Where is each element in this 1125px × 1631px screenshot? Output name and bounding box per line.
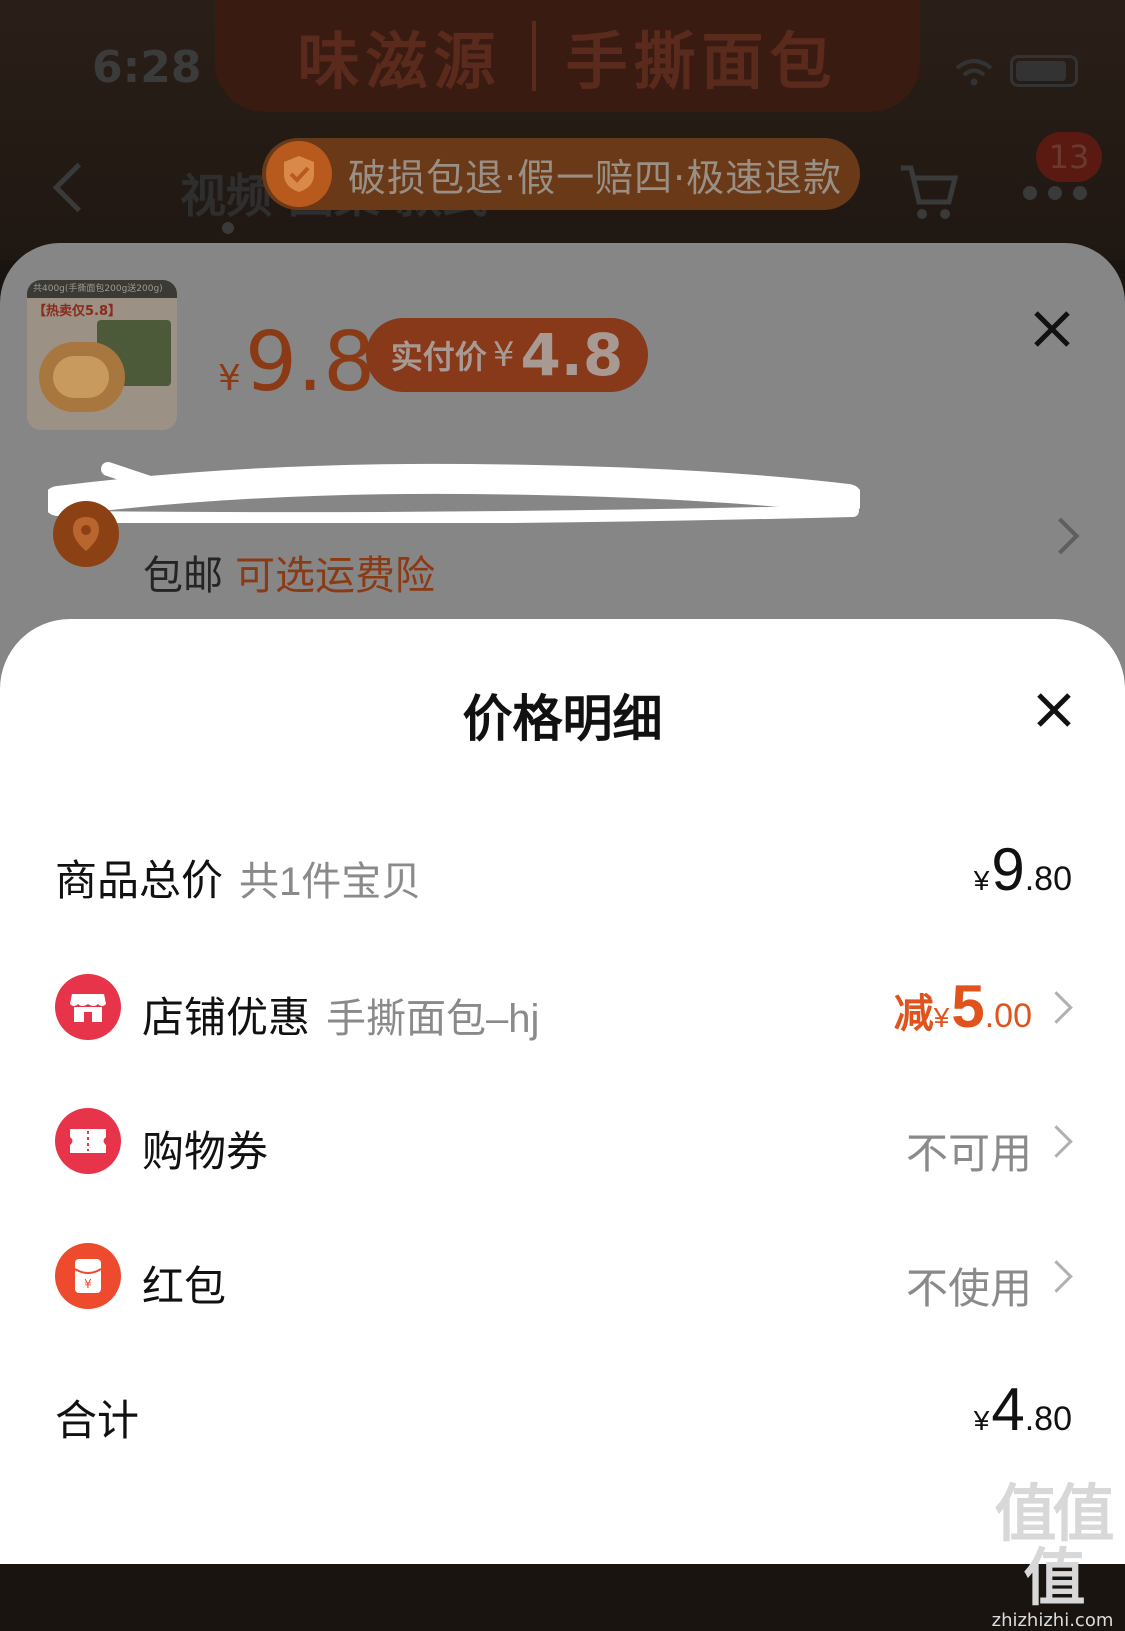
currency-symbol: ¥	[933, 1002, 950, 1033]
amount-integer: 4	[991, 1376, 1025, 1443]
red-packet-row[interactable]: ¥ 红包 不使用	[0, 1237, 1125, 1317]
redacted-address-scribble	[48, 462, 860, 523]
coupon-status: 不可用	[905, 1130, 1032, 1177]
coupon-row[interactable]: 购物券 不可用	[0, 1102, 1125, 1182]
goods-total-label-group: 商品总价 共1件宝贝	[55, 847, 421, 908]
guarantee-banner: 破损包退·假一赔四·极速退款	[262, 138, 860, 210]
discount-prefix: 减	[893, 992, 934, 1036]
location-pin-icon	[53, 501, 119, 567]
chevron-right-icon[interactable]	[1040, 1125, 1073, 1158]
paid-price-pill: 实付价 ¥ 4.8	[366, 318, 648, 392]
sum-label: 合计	[55, 1397, 140, 1444]
red-packet-icon: ¥	[55, 1243, 121, 1309]
thumbnail-tag: 【热卖仅5.8】	[33, 304, 122, 319]
brand-product: 手撕面包	[565, 25, 838, 98]
goods-total-row: 商品总价 共1件宝贝 ¥ 9 .80	[0, 831, 1125, 911]
coupon-icon	[55, 1108, 121, 1174]
chevron-right-icon[interactable]	[1040, 1260, 1073, 1293]
status-time: 6:28	[92, 42, 202, 93]
back-arrow-icon[interactable]	[52, 162, 103, 213]
store-discount-label: 店铺优惠	[142, 994, 311, 1041]
site-watermark: 值值值 zhizhizhi.com	[980, 1482, 1125, 1631]
close-icon[interactable]	[1030, 307, 1074, 351]
more-icon[interactable]	[1020, 183, 1090, 203]
sheet-title: 价格明细	[462, 691, 663, 747]
product-price: ¥ 9.8	[218, 315, 375, 410]
shipping-row[interactable]: 包邮 可选运费险	[143, 543, 435, 601]
amount-decimal: .80	[1024, 1400, 1072, 1438]
store-discount-row[interactable]: 店铺优惠 手撕面包–hj 减 ¥ 5 .00	[0, 968, 1125, 1048]
sum-amount: ¥ 4 .80	[974, 1375, 1072, 1444]
chevron-right-icon[interactable]	[1040, 991, 1073, 1024]
item-count: 共1件宝贝	[239, 860, 422, 904]
amount-decimal: .00	[984, 997, 1032, 1035]
store-discount-label-group: 店铺优惠 手撕面包–hj	[142, 984, 539, 1045]
wifi-icon	[955, 59, 993, 86]
shield-icon	[266, 141, 332, 207]
watermark-url: zhizhizhi.com	[991, 1610, 1114, 1631]
thumbnail-bread-inner	[53, 356, 109, 398]
currency-symbol: ¥	[973, 865, 990, 896]
red-packet-status: 不使用	[905, 1265, 1032, 1312]
battery-icon	[1010, 55, 1078, 87]
coupon-label: 购物券	[142, 1128, 269, 1175]
product-thumbnail[interactable]: 共400g(手撕面包200g送200g) 【热卖仅5.8】	[27, 280, 177, 430]
store-discount-amount: 减 ¥ 5 .00	[894, 972, 1032, 1041]
shipping-insurance-link[interactable]: 可选运费险	[235, 553, 435, 599]
active-tab-indicator	[222, 222, 234, 234]
sum-row: 合计 ¥ 4 .80	[0, 1371, 1125, 1451]
brand-name: 味滋源	[297, 25, 502, 98]
brand-banner: 味滋源 手撕面包	[215, 0, 920, 112]
brand-divider	[531, 21, 536, 91]
amount-decimal: .80	[1024, 860, 1072, 898]
goods-total-amount: ¥ 9 .80	[974, 835, 1072, 904]
currency-symbol: ¥	[973, 1405, 990, 1436]
cart-icon[interactable]	[895, 158, 961, 224]
paid-price-value: 4.8	[520, 321, 624, 389]
store-icon	[55, 974, 121, 1040]
price-currency: ¥	[218, 358, 241, 399]
price-value: 9.8	[244, 315, 376, 410]
chevron-right-icon[interactable]	[1042, 517, 1080, 555]
thumbnail-caption: 共400g(手撕面包200g送200g)	[27, 280, 177, 298]
goods-total-label: 商品总价	[55, 857, 224, 904]
shipping-free-label: 包邮	[143, 553, 223, 599]
close-icon[interactable]	[1035, 691, 1073, 729]
store-discount-name: 手撕面包–hj	[326, 997, 540, 1041]
price-detail-sheet: 价格明细 商品总价共1件宝贝 ¥ 9 .80 店铺优惠手撕面包–hj 减 ¥	[0, 619, 1125, 1564]
product-page-header: 味滋源 手撕面包 6:28 视频 图集 款式 破损包退·假一赔四·极速退款 13	[0, 0, 1125, 260]
amount-integer: 5	[951, 973, 985, 1040]
amount-integer: 9	[991, 836, 1025, 903]
red-packet-label: 红包	[142, 1263, 227, 1310]
paid-price-label: 实付价	[390, 338, 487, 376]
guarantee-text: 破损包退·假一赔四·极速退款	[348, 155, 843, 200]
paid-price-currency: ¥	[492, 335, 515, 375]
svg-text:¥: ¥	[84, 1277, 92, 1291]
watermark-logo: 值值值	[994, 1477, 1114, 1614]
cart-count-badge: 13	[1036, 132, 1102, 182]
